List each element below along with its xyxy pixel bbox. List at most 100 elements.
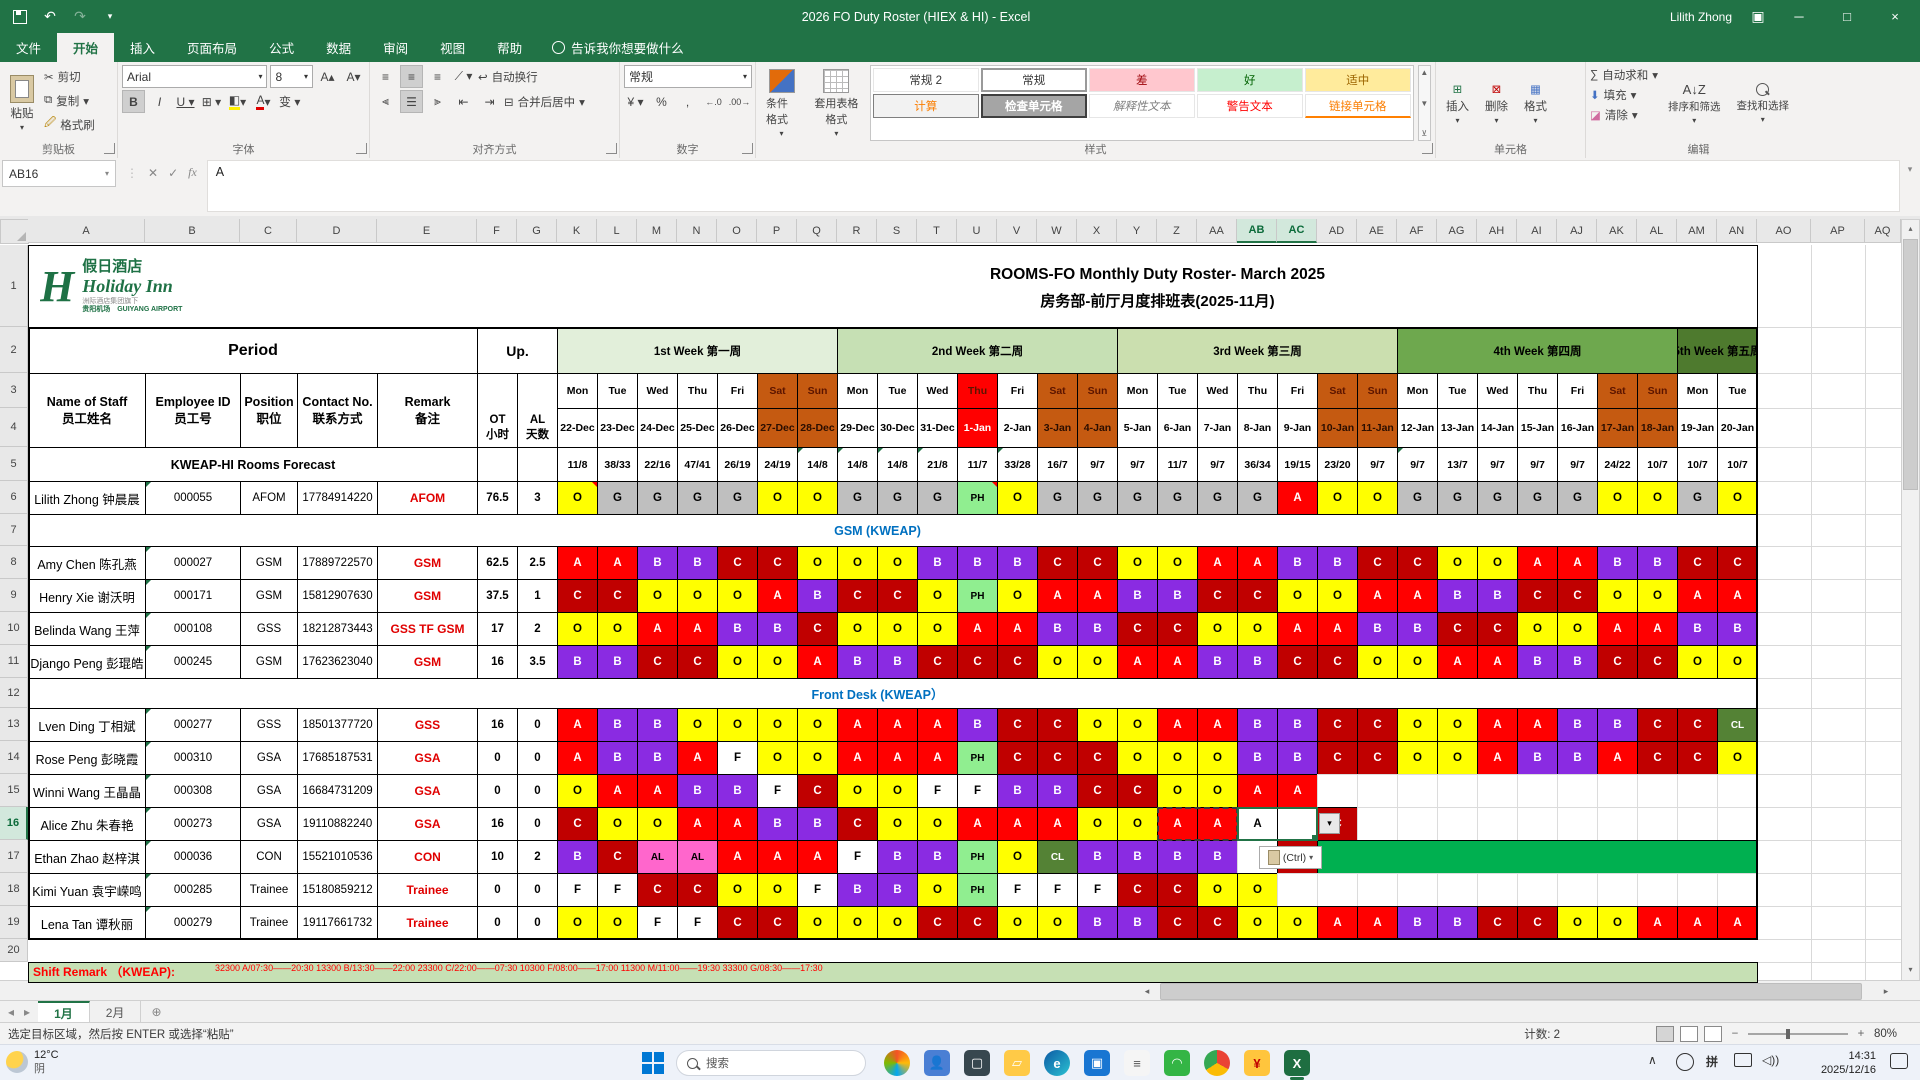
shift-cell[interactable]: A (1717, 906, 1758, 940)
row-header-13[interactable]: 13 (0, 708, 28, 741)
shift-cell[interactable]: B (677, 774, 718, 808)
shift-cell[interactable]: G (837, 481, 878, 515)
shift-cell[interactable]: C (1477, 906, 1518, 940)
shift-cell[interactable]: G (717, 481, 758, 515)
shift-cell[interactable]: A (1477, 741, 1518, 775)
shift-cell[interactable]: PH (957, 840, 998, 874)
date-cell[interactable]: 25-Dec (677, 408, 718, 448)
shift-cell[interactable]: A (1357, 579, 1398, 613)
staff-name-cell[interactable]: Rose Peng 彭晓霞 (28, 741, 146, 775)
date-cell[interactable]: 9-Jan (1277, 408, 1318, 448)
shift-cell[interactable]: O (837, 612, 878, 646)
employee-id-cell[interactable]: 000245 (145, 645, 241, 679)
remark-cell[interactable]: AFOM (377, 481, 478, 515)
shift-cell[interactable]: O (917, 579, 958, 613)
shift-cell[interactable]: C (1157, 612, 1198, 646)
contact-cell[interactable]: 16684731209 (297, 774, 378, 808)
shift-cell[interactable]: A (957, 807, 998, 841)
contact-cell[interactable]: 19110882240 (297, 807, 378, 841)
v-scroll-thumb[interactable] (1903, 239, 1918, 490)
shift-cell[interactable]: G (1237, 481, 1278, 515)
shift-cell[interactable]: A (1597, 741, 1638, 775)
shift-cell[interactable]: A (1077, 579, 1118, 613)
shift-cell[interactable]: O (597, 906, 638, 940)
row-header-15[interactable]: 15 (0, 774, 28, 807)
staff-name-cell[interactable]: Ethan Zhao 赵梓淇 (28, 840, 146, 874)
column-header-P[interactable]: P (757, 219, 797, 243)
date-cell[interactable]: 31-Dec (917, 408, 958, 448)
shift-cell[interactable]: C (1717, 546, 1758, 580)
column-header-C[interactable]: C (240, 219, 297, 243)
shift-cell[interactable]: O (1077, 708, 1118, 742)
day-cell[interactable]: Sun (1077, 373, 1118, 409)
shift-cell[interactable]: F (837, 840, 878, 874)
shift-cell[interactable]: C (1157, 873, 1198, 907)
forecast-cell[interactable]: 14/8 (877, 447, 918, 482)
shift-cell[interactable]: O (1237, 612, 1278, 646)
ot-cell[interactable]: 16 (477, 807, 518, 841)
shift-cell[interactable]: B (637, 741, 678, 775)
al-cell[interactable]: 0 (517, 741, 558, 775)
shift-cell[interactable]: C (1037, 741, 1078, 775)
shift-cell[interactable]: O (717, 645, 758, 679)
shift-cell[interactable]: B (1517, 645, 1558, 679)
employee-id-cell[interactable]: 000308 (145, 774, 241, 808)
al-cell[interactable]: 2 (517, 840, 558, 874)
al-cell[interactable]: 0 (517, 873, 558, 907)
scroll-up-icon[interactable]: ▴ (1903, 221, 1918, 236)
shift-cell[interactable]: O (757, 708, 798, 742)
column-header-V[interactable]: V (997, 219, 1037, 243)
shift-cell[interactable]: B (997, 774, 1038, 808)
remark-cell[interactable]: Trainee (377, 873, 478, 907)
date-cell[interactable]: 20-Jan (1717, 408, 1758, 448)
explorer-icon[interactable]: ▱ (1004, 1050, 1030, 1076)
week-band-5[interactable]: 5th Week 第五周 (1677, 327, 1758, 374)
forecast-cell[interactable]: 9/7 (1397, 447, 1438, 482)
shift-cell[interactable]: G (1477, 481, 1518, 515)
date-cell[interactable]: 12-Jan (1397, 408, 1438, 448)
date-cell[interactable]: 5-Jan (1117, 408, 1158, 448)
shift-cell[interactable]: O (637, 579, 678, 613)
shift-cell[interactable]: B (1117, 579, 1158, 613)
shift-cell-empty[interactable] (1677, 807, 1718, 841)
shift-cell[interactable]: O (557, 906, 598, 940)
date-cell[interactable]: 17-Jan (1597, 408, 1638, 448)
forecast-cell[interactable]: 9/7 (1517, 447, 1558, 482)
shift-cell[interactable]: B (797, 807, 838, 841)
forecast-cell[interactable]: 11/8 (557, 447, 598, 482)
shift-cell[interactable]: O (1437, 708, 1478, 742)
row-header-17[interactable]: 17 (0, 840, 28, 873)
shift-cell[interactable]: C (1477, 612, 1518, 646)
shift-cell[interactable]: O (677, 579, 718, 613)
shift-cell[interactable]: B (877, 645, 918, 679)
shift-cell[interactable]: O (1197, 741, 1238, 775)
wechat-icon[interactable]: ◠ (1164, 1050, 1190, 1076)
shift-cell[interactable]: O (877, 807, 918, 841)
shift-cell[interactable]: O (797, 481, 838, 515)
contact-cell[interactable]: 17889722570 (297, 546, 378, 580)
shift-cell[interactable]: B (1597, 546, 1638, 580)
day-cell[interactable]: Tue (597, 373, 638, 409)
shift-cell-empty[interactable] (1437, 873, 1478, 907)
shift-cell[interactable]: C (757, 906, 798, 940)
chrome-icon[interactable] (1204, 1050, 1230, 1076)
date-cell[interactable]: 15-Jan (1517, 408, 1558, 448)
shift-cell-empty[interactable] (1517, 873, 1558, 907)
cell-dropdown-icon[interactable]: ▾ (1319, 813, 1340, 834)
shift-cell[interactable]: O (717, 708, 758, 742)
copilot-icon[interactable] (884, 1050, 910, 1076)
shift-cell[interactable]: B (1157, 840, 1198, 874)
shift-cell[interactable]: AL (637, 840, 678, 874)
shift-cell[interactable]: O (797, 906, 838, 940)
employee-id-cell[interactable]: 000279 (145, 906, 241, 940)
column-header-F[interactable]: F (477, 219, 517, 243)
shift-cell[interactable]: C (1077, 741, 1118, 775)
position-cell[interactable]: GSM (240, 579, 298, 613)
staff-name-cell[interactable]: Henry Xie 谢沃明 (28, 579, 146, 613)
contact-cell[interactable]: 19117661732 (297, 906, 378, 940)
remark-cell[interactable]: Trainee (377, 906, 478, 940)
ot-cell[interactable]: 76.5 (477, 481, 518, 515)
week-band-4[interactable]: 4th Week 第四周 (1397, 327, 1678, 374)
notifications-icon[interactable] (1890, 1053, 1908, 1069)
day-cell[interactable]: Wed (637, 373, 678, 409)
